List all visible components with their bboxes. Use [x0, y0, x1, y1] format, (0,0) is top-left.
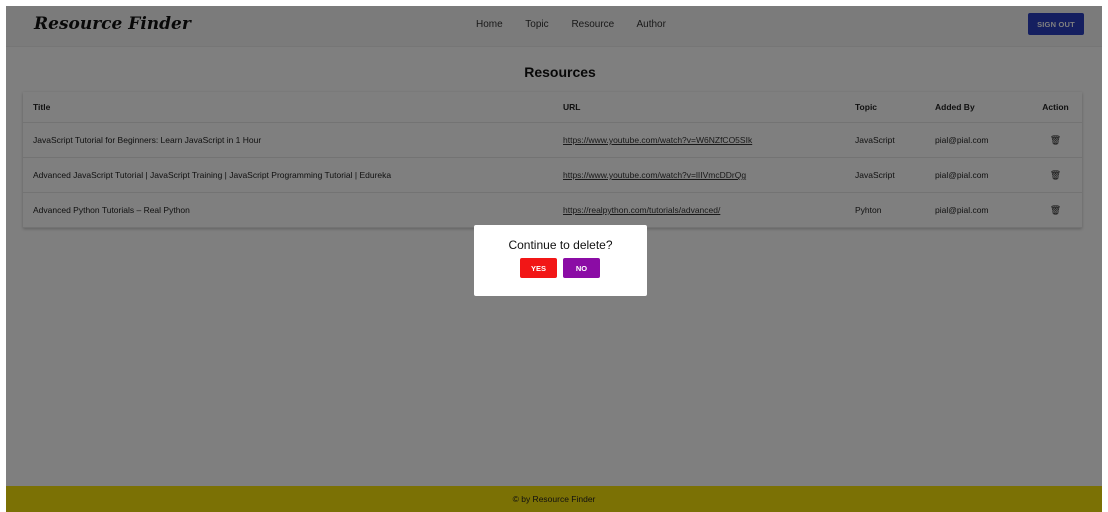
- app-window: Resource Finder Home Topic Resource Auth…: [6, 6, 1102, 512]
- yes-button[interactable]: YES: [520, 258, 557, 278]
- confirm-delete-dialog: Continue to delete? YES NO: [474, 225, 647, 296]
- dialog-message: Continue to delete?: [508, 238, 613, 252]
- no-button[interactable]: NO: [563, 258, 600, 278]
